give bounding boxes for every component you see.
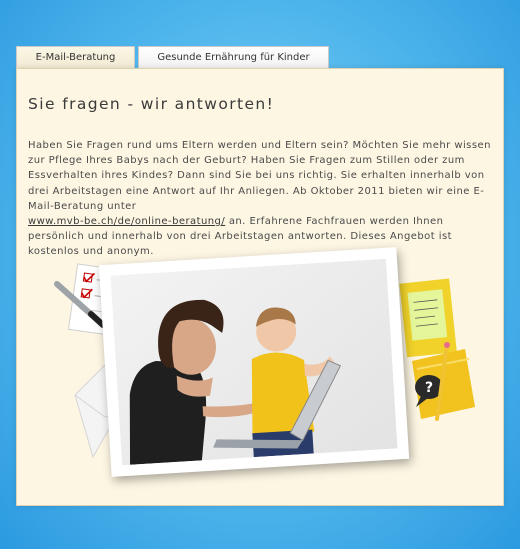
question-bubble-icon: ? — [412, 349, 475, 419]
online-beratung-link[interactable]: www.mvb-be.ch/de/online-beratung/ — [28, 216, 225, 227]
photo-mother-child-laptop — [98, 247, 410, 477]
sticky-note-icon — [399, 278, 457, 358]
tab-bar: E-Mail-Beratung Gesunde Ernährung für Ki… — [16, 46, 329, 69]
photo-image — [110, 258, 398, 466]
svg-text:?: ? — [425, 380, 433, 396]
pencil-icon — [435, 342, 450, 421]
pen-icon — [54, 281, 106, 328]
tab-email-beratung[interactable]: E-Mail-Beratung — [16, 46, 135, 69]
tab-gesunde-ernaehrung[interactable]: Gesunde Ernährung für Kinder — [138, 46, 329, 69]
intro-paragraph: Haben Sie Fragen rund ums Eltern werden … — [28, 138, 498, 260]
page-title: Sie fragen - wir antworten! — [28, 95, 275, 113]
paragraph-text-start: Haben Sie Fragen rund ums Eltern werden … — [28, 140, 491, 212]
